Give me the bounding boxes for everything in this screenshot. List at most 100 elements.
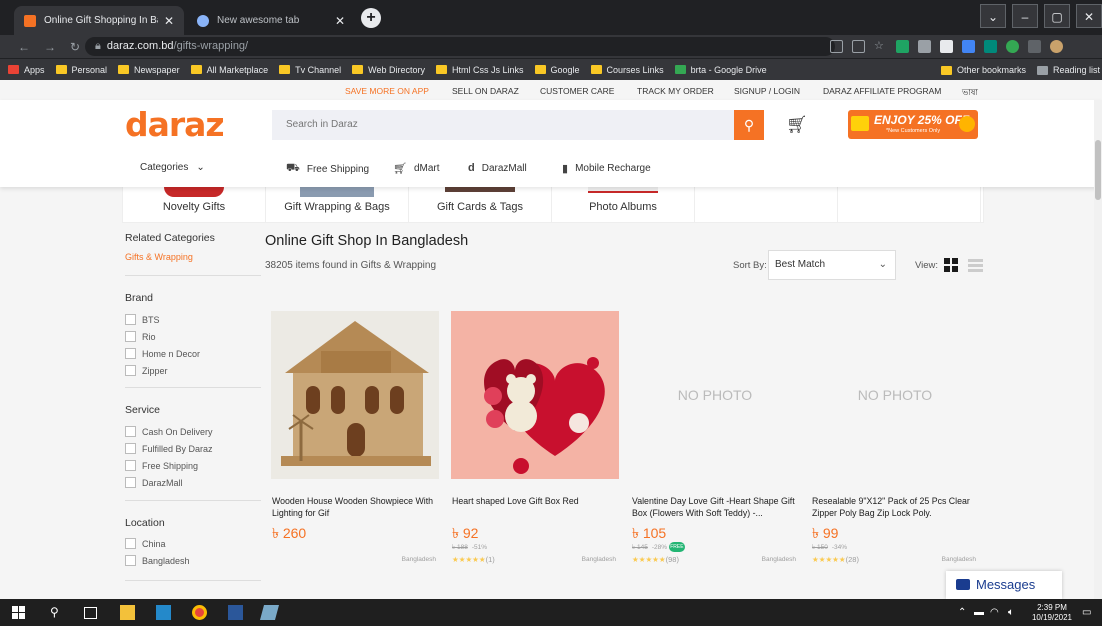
- extension-blue-icon[interactable]: [962, 40, 975, 53]
- chevron-down-icon: ⌄: [196, 162, 205, 173]
- cart-icon[interactable]: 🛒︎: [786, 115, 808, 135]
- browser-tab-active[interactable]: Online Gift Shopping In Bangladesh ✕: [14, 6, 184, 35]
- file-explorer-icon[interactable]: [120, 605, 135, 620]
- promo-banner[interactable]: ENJOY 25% OFF *New Customers Only: [848, 110, 978, 139]
- browser-tab-inactive[interactable]: New awesome tab ✕: [187, 6, 355, 35]
- language-link[interactable]: ভাষা: [962, 86, 978, 100]
- chrome-icon[interactable]: [192, 605, 207, 620]
- bookmark-folder[interactable]: Courses Links: [590, 65, 664, 75]
- search-input[interactable]: Search in Daraz: [272, 110, 734, 140]
- free-shipping-link[interactable]: ⛟ Free Shipping: [286, 162, 369, 176]
- bookmark-folder[interactable]: Google: [534, 65, 580, 75]
- bookmarks-bar: Apps Personal Newspaper All Marketplace …: [0, 58, 1102, 80]
- service-checkbox[interactable]: DarazMall: [125, 477, 183, 488]
- app-icon[interactable]: [259, 605, 280, 620]
- maximize-button[interactable]: ▢: [1044, 4, 1070, 28]
- product-name[interactable]: Heart shaped Love Gift Box Red: [452, 496, 618, 520]
- reading-list[interactable]: Reading list: [1036, 65, 1100, 75]
- install-icon[interactable]: [830, 40, 843, 53]
- brand-checkbox[interactable]: BTS: [125, 314, 160, 325]
- close-window-button[interactable]: ✕: [1076, 4, 1102, 28]
- bookmarks-right: Other bookmarks Reading list: [940, 59, 1102, 81]
- darazmall-link[interactable]: d DarazMall: [468, 162, 527, 174]
- reload-icon[interactable]: ↻: [70, 40, 80, 54]
- affiliate-link[interactable]: DARAZ AFFILIATE PROGRAM: [823, 86, 941, 96]
- bookmark-folder[interactable]: All Marketplace: [190, 65, 268, 75]
- windows-start-icon[interactable]: [12, 606, 25, 619]
- volume-icon[interactable]: 🔈︎: [1008, 607, 1014, 618]
- product-name[interactable]: Wooden House Wooden Showpiece With Light…: [272, 496, 438, 520]
- task-view-icon[interactable]: [84, 607, 97, 619]
- bookmark-apps[interactable]: Apps: [8, 65, 45, 75]
- location-checkbox[interactable]: Bangladesh: [125, 555, 190, 566]
- sell-link[interactable]: SELL ON DARAZ: [452, 86, 519, 96]
- extension-green-icon[interactable]: [896, 40, 909, 53]
- search-icon[interactable]: ⚲: [50, 605, 65, 620]
- wifi-icon[interactable]: ◠: [990, 607, 999, 618]
- tray-chevron-up-icon[interactable]: ⌃: [958, 607, 966, 618]
- bookmark-folder[interactable]: Web Directory: [352, 65, 425, 75]
- new-tab-button[interactable]: +: [361, 8, 381, 28]
- mobile-recharge-link[interactable]: ▮ Mobile Recharge: [562, 162, 651, 175]
- customer-care-link[interactable]: CUSTOMER CARE: [540, 86, 614, 96]
- back-icon[interactable]: ←: [18, 40, 30, 54]
- extension-teal-icon[interactable]: [984, 40, 997, 53]
- sort-select[interactable]: Best Match ⌄: [768, 250, 896, 280]
- tile-gift-cards[interactable]: Gift Cards & Tags: [409, 187, 552, 223]
- extensions-puzzle-icon[interactable]: [1028, 40, 1041, 53]
- page-scrollbar[interactable]: [1094, 100, 1102, 599]
- minimize-button[interactable]: –: [1012, 4, 1038, 28]
- save-more-link[interactable]: SAVE MORE ON APP: [345, 86, 429, 96]
- product-card[interactable]: Wooden House Wooden Showpiece With Light…: [266, 306, 440, 570]
- close-tab-icon[interactable]: ✕: [335, 14, 345, 28]
- clock[interactable]: 2:39 PM 10/19/2021: [1032, 603, 1072, 623]
- bookmark-link[interactable]: brta - Google Drive: [674, 65, 767, 75]
- list-view-icon[interactable]: [968, 259, 983, 272]
- brand-checkbox[interactable]: Zipper: [125, 365, 168, 376]
- brand-checkbox[interactable]: Rio: [125, 331, 156, 342]
- close-tab-icon[interactable]: ✕: [164, 14, 174, 28]
- word-icon[interactable]: [228, 605, 243, 620]
- grid-view-icon[interactable]: [944, 258, 958, 272]
- categories-menu[interactable]: Categories ⌄: [140, 162, 205, 173]
- bookmark-folder[interactable]: Newspaper: [118, 65, 180, 75]
- bookmark-folder[interactable]: Tv Channel: [279, 65, 341, 75]
- product-name[interactable]: Resealable 9"X12" Pack of 25 Pcs Clear Z…: [812, 496, 978, 520]
- daraz-logo[interactable]: daraz: [125, 105, 225, 144]
- extension-gray-icon[interactable]: [918, 40, 931, 53]
- forward-icon[interactable]: →: [44, 40, 56, 54]
- service-checkbox[interactable]: Cash On Delivery: [125, 426, 213, 437]
- profile-avatar[interactable]: [1050, 40, 1063, 53]
- notification-icon[interactable]: ▭: [1082, 607, 1091, 618]
- extension-video-icon[interactable]: [940, 40, 953, 53]
- messages-button[interactable]: Messages: [946, 571, 1062, 599]
- brand-checkbox[interactable]: Home n Decor: [125, 348, 200, 359]
- bookmark-folder[interactable]: Html Css Js Links: [436, 65, 524, 75]
- other-bookmarks[interactable]: Other bookmarks: [940, 65, 1026, 75]
- tile-gift-wrapping[interactable]: Gift Wrapping & Bags: [266, 187, 409, 223]
- star-icon[interactable]: ☆: [874, 40, 887, 53]
- product-card[interactable]: Heart shaped Love Gift Box Red ৳ 92 ৳ 18…: [446, 306, 620, 570]
- location-checkbox[interactable]: China: [125, 538, 166, 549]
- product-card[interactable]: NO PHOTO Valentine Day Love Gift -Heart …: [626, 306, 800, 570]
- dmart-link[interactable]: 🛒︎ dMart: [393, 162, 440, 175]
- vscode-icon[interactable]: [156, 605, 171, 620]
- battery-icon[interactable]: ▬: [974, 607, 984, 618]
- service-checkbox[interactable]: Free Shipping: [125, 460, 198, 471]
- product-name[interactable]: Valentine Day Love Gift -Heart Shape Gif…: [632, 496, 798, 520]
- bookmark-folder[interactable]: Personal: [55, 65, 107, 75]
- extension-palette-icon[interactable]: [1006, 40, 1019, 53]
- service-checkbox[interactable]: Fulfilled By Daraz: [125, 443, 213, 454]
- track-order-link[interactable]: TRACK MY ORDER: [637, 86, 714, 96]
- signup-login-link[interactable]: SIGNUP / LOGIN: [734, 86, 800, 96]
- url-input[interactable]: 🔒︎ daraz.com.bd/gifts-wrapping/: [85, 37, 835, 56]
- divider: [125, 387, 261, 388]
- related-category-link[interactable]: Gifts & Wrapping: [125, 252, 193, 262]
- tile-novelty-gifts[interactable]: Novelty Gifts: [123, 187, 266, 223]
- product-card[interactable]: NO PHOTO Resealable 9"X12" Pack of 25 Pc…: [806, 306, 980, 570]
- tile-photo-albums[interactable]: Photo Albums: [552, 187, 695, 223]
- search-button[interactable]: ⚲: [734, 110, 764, 140]
- scrollbar-thumb[interactable]: [1095, 140, 1101, 200]
- tab-search-icon[interactable]: ⌄: [980, 4, 1006, 28]
- qr-icon[interactable]: [852, 40, 865, 53]
